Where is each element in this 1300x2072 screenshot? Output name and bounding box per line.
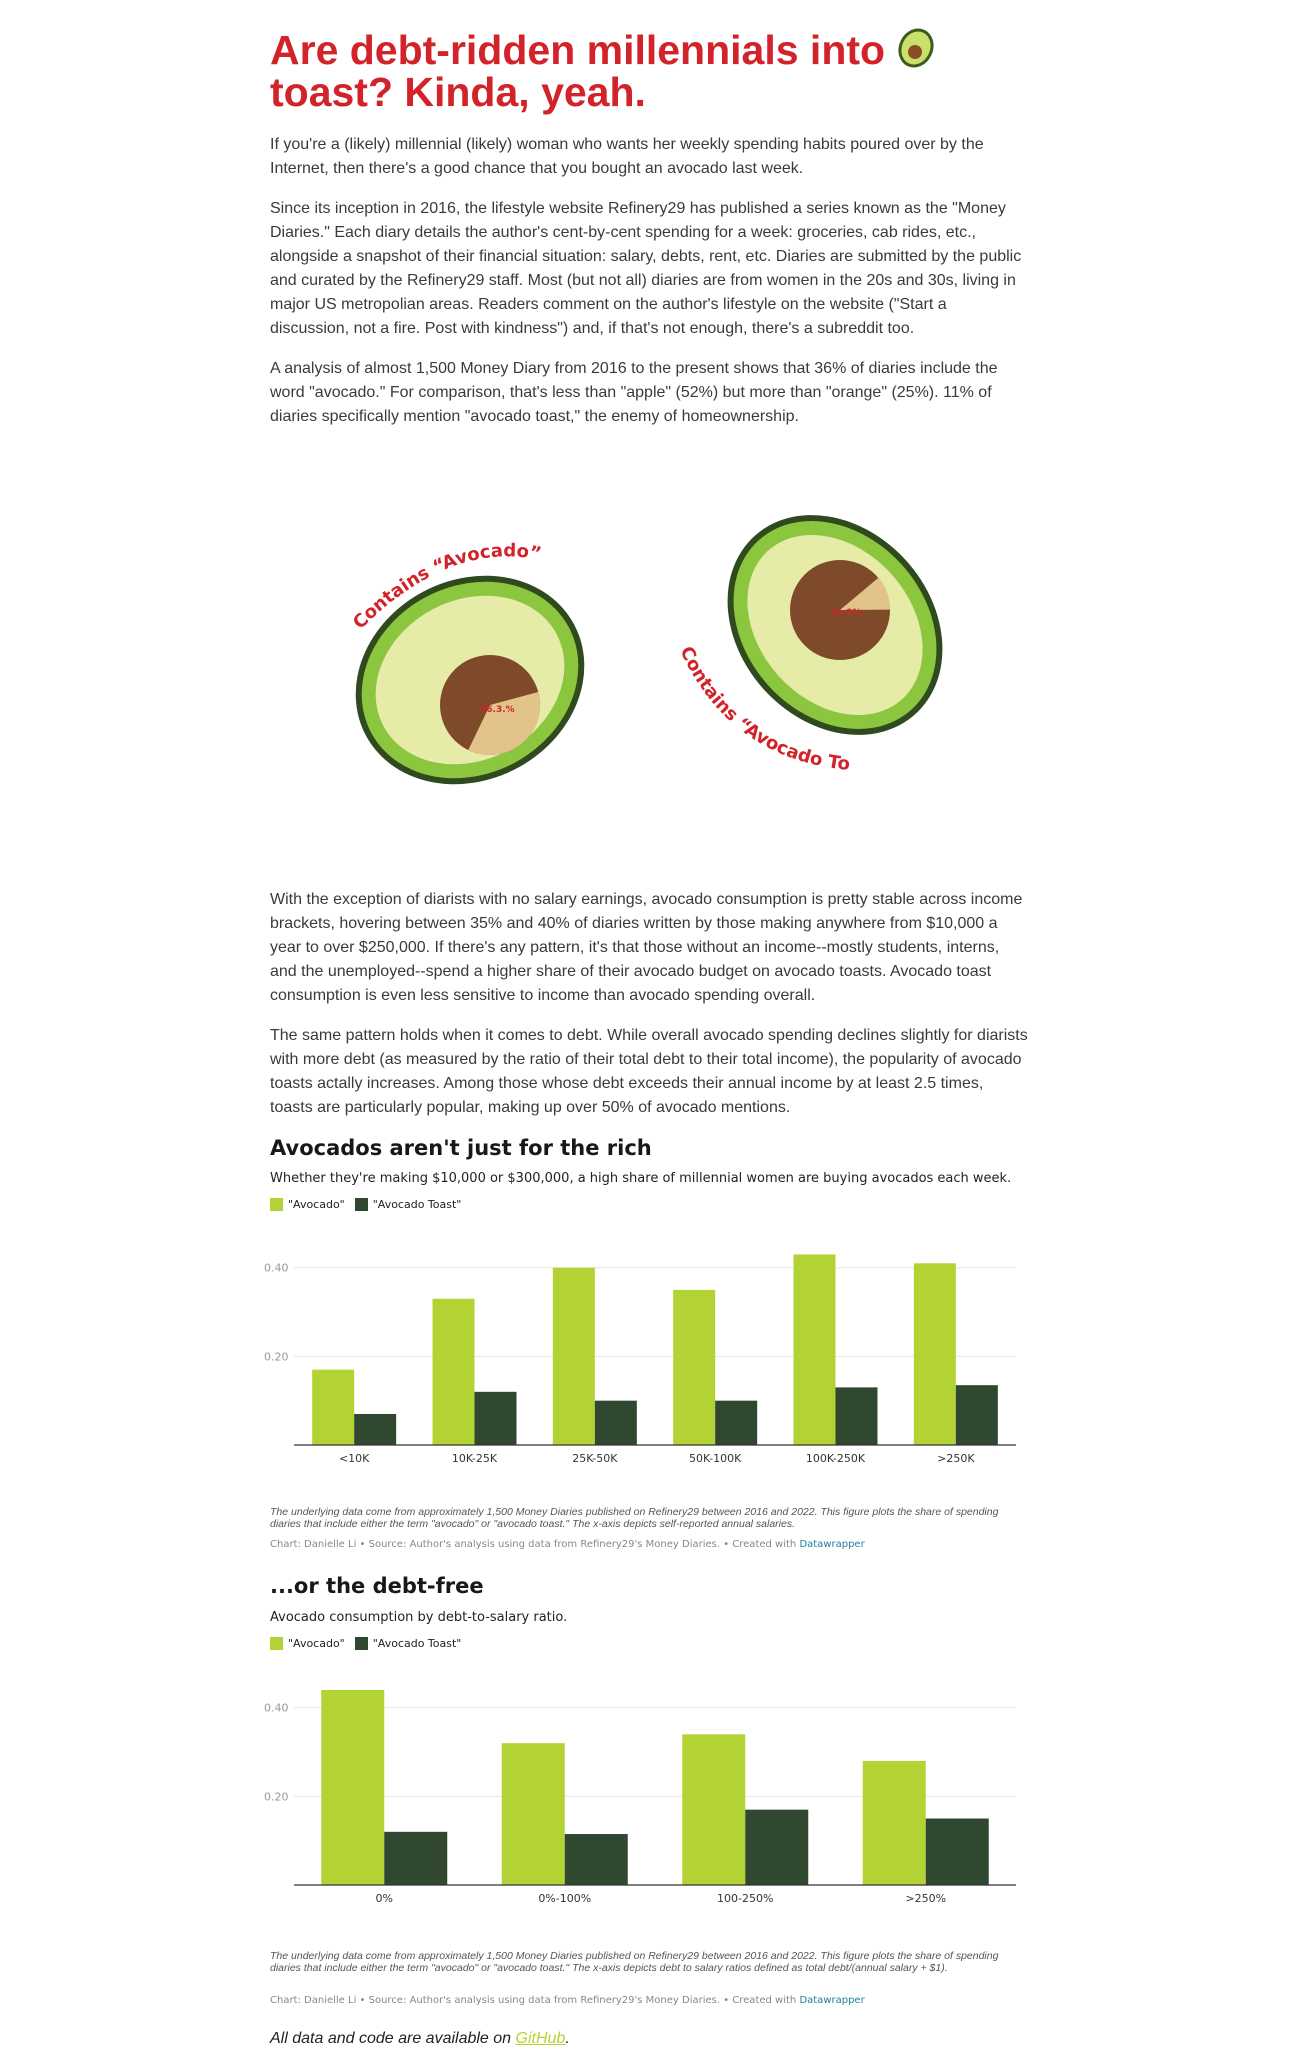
chart-income-legend: "Avocado" "Avocado Toast" [270,1198,1030,1211]
legend-item-avocado-toast: "Avocado Toast" [354,1198,462,1211]
x-tick-label: 100-250% [717,1892,773,1905]
bar-avocado [501,1743,565,1885]
article-title-line1: Are debt-ridden millennials into [270,27,886,73]
bar-avocado-toast [745,1809,809,1885]
avocado-icon [898,28,935,68]
chart-debt-credit: Chart: Danielle Li • Source: Author's an… [270,1995,1030,2006]
footer-note: All data and code are available on GitHu… [270,2030,1030,2048]
chart-debt-title: ...or the debt-free [270,1574,484,1598]
bar-avocado [321,1690,385,1885]
legend-item-avocado: "Avocado" [270,1198,345,1211]
avocado-pie-illustration: 36.3.% Contains “Avocado” 11.0% Contains… [330,500,943,785]
bar-avocado-toast [925,1818,989,1885]
x-tick-label: >250% [905,1892,946,1905]
x-tick-label: 0% [376,1892,393,1905]
chart-debt-bars: 0.20 0.40 0% 0%-100% 100-250% >250% [264,1690,1016,1905]
legend-swatch-avocado-toast [354,1637,368,1650]
bar-avocado-toast [384,1831,448,1885]
legend-label-avocado: "Avocado" [288,1637,345,1650]
x-tick-label: >250K [937,1452,975,1465]
chart-income-note: The underlying data come from approximat… [270,1506,999,1530]
bar-avocado-toast [594,1400,637,1445]
footer-suffix: . [565,2030,570,2047]
x-tick-label: 50K-100K [689,1452,742,1465]
footer-prefix: All data and code are available on [270,2030,516,2047]
x-tick-label: 25K-50K [572,1452,618,1465]
bar-avocado-toast [715,1400,758,1445]
legend-swatch-avocado [270,1637,283,1650]
intro-paragraph: If you're a (likely) millennial (likely)… [270,136,984,177]
bar-avocado [673,1289,716,1445]
debt-paragraph: The same pattern holds when it comes to … [270,1027,1028,1116]
legend-label-avocado: "Avocado" [288,1198,345,1211]
bar-avocado-toast [564,1834,628,1885]
legend-label-avocado-toast: "Avocado Toast" [372,1637,462,1650]
analysis-paragraph: A analysis of almost 1,500 Money Diary f… [270,360,998,425]
bar-avocado [552,1267,595,1445]
bar-avocado-toast [474,1391,517,1445]
chart-debt-subtitle: Avocado consumption by debt-to-salary ra… [270,1610,568,1625]
bar-avocado [913,1263,956,1445]
legend-item-avocado: "Avocado" [270,1637,345,1650]
background-paragraph: Since its inception in 2016, the lifesty… [270,200,1022,337]
pie-avocado-toast-value-label: 11.0% [830,608,861,618]
chart-debt-credit-text: Chart: Danielle Li • Source: Author's an… [270,1995,800,2006]
github-link[interactable]: GitHub [516,2030,566,2047]
datawrapper-link[interactable]: Datawrapper [799,1539,864,1550]
bar-avocado [793,1254,836,1445]
bar-avocado-toast [955,1385,998,1445]
article-title: Are debt-ridden millennials into toast? … [270,24,1030,113]
chart-debt-legend: "Avocado" "Avocado Toast" [270,1637,1030,1650]
income-paragraph: With the exception of diarists with no s… [270,891,1023,1004]
legend-swatch-avocado [270,1198,283,1211]
legend-label-avocado-toast: "Avocado Toast" [372,1198,462,1211]
chart-income-bars: 0.20 0.40 <10K 10K-25K 25K-50K 50K-100K 100K-2… [264,1254,1016,1465]
datawrapper-link[interactable]: Datawrapper [799,1995,864,2006]
bar-avocado-toast [835,1387,878,1445]
x-tick-label: 0%-100% [538,1892,591,1905]
chart-debt-note: The underlying data come from approximat… [270,1950,999,1974]
legend-item-avocado-toast: "Avocado Toast" [354,1637,462,1650]
x-tick-label: 100K-250K [806,1452,866,1465]
bar-avocado [312,1369,355,1445]
y-tick-label: 0.40 [264,1702,289,1715]
y-tick-label: 0.40 [264,1262,289,1275]
x-tick-label: <10K [339,1452,370,1465]
chart-income-credit-text: Chart: Danielle Li • Source: Author's an… [270,1539,800,1550]
chart-income-subtitle: Whether they're making $10,000 or $300,0… [270,1171,1012,1186]
bar-avocado [432,1298,475,1445]
bar-avocado [682,1734,746,1885]
pie-avocado-value-label: 36.3.% [480,705,515,715]
chart-income-title: Avocados aren't just for the rich [270,1136,652,1160]
y-tick-label: 0.20 [264,1790,289,1803]
article-title-line2: toast? Kinda, yeah. [270,69,646,115]
bar-avocado-toast [354,1413,397,1445]
chart-income-credit: Chart: Danielle Li • Source: Author's an… [270,1539,1030,1550]
legend-swatch-avocado-toast [354,1198,368,1211]
y-tick-label: 0.20 [264,1350,289,1363]
x-tick-label: 10K-25K [452,1452,498,1465]
bar-avocado [862,1760,926,1885]
